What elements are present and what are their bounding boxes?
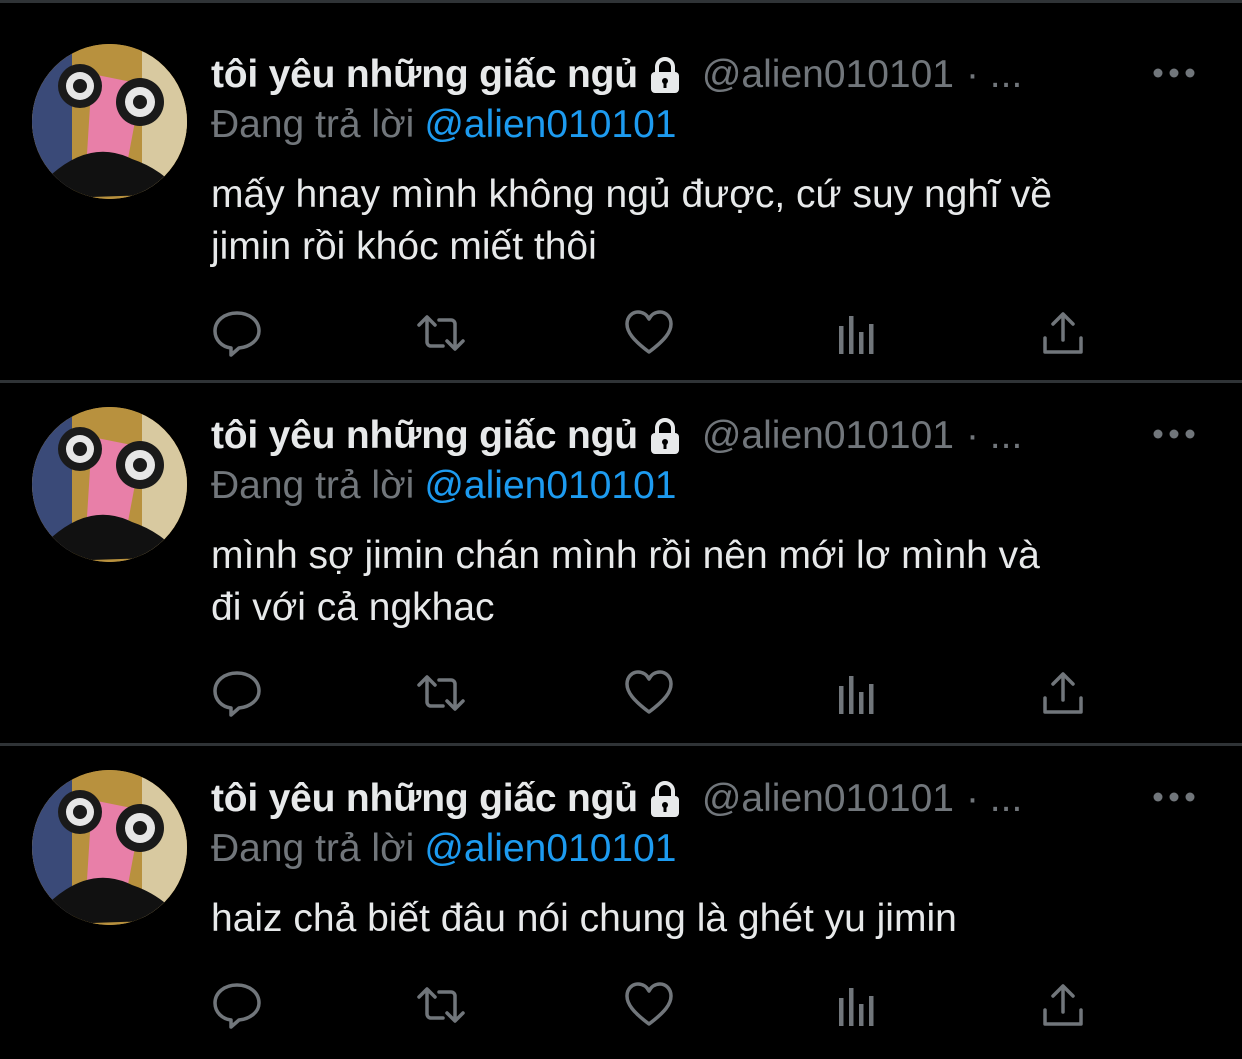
replying-label: Đang trả lời bbox=[211, 464, 415, 507]
like-icon[interactable] bbox=[623, 308, 675, 358]
display-name[interactable]: tôi yêu những giấc ngủ bbox=[211, 414, 638, 458]
display-name[interactable]: tôi yêu những giấc ngủ bbox=[211, 777, 638, 821]
views-icon[interactable] bbox=[831, 980, 883, 1030]
share-icon[interactable] bbox=[1037, 308, 1089, 358]
mention-link[interactable]: @alien010101 bbox=[424, 464, 676, 507]
like-icon[interactable] bbox=[623, 668, 675, 718]
retweet-icon[interactable] bbox=[415, 308, 467, 358]
mention-link[interactable]: @alien010101 bbox=[424, 103, 676, 146]
avatar[interactable] bbox=[32, 44, 187, 199]
like-icon[interactable] bbox=[623, 980, 675, 1030]
lock-icon bbox=[646, 416, 684, 456]
lock-icon bbox=[646, 779, 684, 819]
reply-icon[interactable] bbox=[211, 980, 263, 1030]
replying-label: Đang trả lời bbox=[211, 827, 415, 870]
reply-icon[interactable] bbox=[211, 308, 263, 358]
user-handle[interactable]: @alien010101 bbox=[702, 414, 954, 458]
share-icon[interactable] bbox=[1037, 980, 1089, 1030]
views-icon[interactable] bbox=[831, 668, 883, 718]
separator: · ... bbox=[965, 414, 1023, 457]
replying-to-line: Đang trả lời @alien010101 bbox=[211, 464, 676, 508]
tweet-text: haiz chả biết đâu nói chung là ghét yu j… bbox=[211, 897, 957, 940]
replying-label: Đang trả lời bbox=[211, 103, 415, 146]
display-name[interactable]: tôi yêu những giấc ngủ bbox=[211, 53, 638, 97]
user-handle[interactable]: @alien010101 bbox=[702, 53, 954, 97]
more-icon[interactable] bbox=[1152, 61, 1196, 85]
views-icon[interactable] bbox=[831, 308, 883, 358]
retweet-icon[interactable] bbox=[415, 668, 467, 718]
user-handle[interactable]: @alien010101 bbox=[702, 777, 954, 821]
reply-icon[interactable] bbox=[211, 668, 263, 718]
retweet-icon[interactable] bbox=[415, 980, 467, 1030]
more-icon[interactable] bbox=[1152, 785, 1196, 809]
avatar[interactable] bbox=[32, 770, 187, 925]
tweet[interactable]: tôi yêu những giấc ngủ @alien010101 · ..… bbox=[0, 746, 1242, 1059]
action-bar bbox=[211, 308, 1111, 358]
share-icon[interactable] bbox=[1037, 668, 1089, 718]
more-icon[interactable] bbox=[1152, 422, 1196, 446]
tweet-text: mấy hnay mình không ngủ được, cứ suy ngh… bbox=[211, 173, 1052, 268]
tweet[interactable]: tôi yêu những giấc ngủ @alien010101 · ..… bbox=[0, 383, 1242, 743]
tweet-text: mình sợ jimin chán mình rồi nên mới lơ m… bbox=[211, 534, 1040, 629]
mention-link[interactable]: @alien010101 bbox=[424, 827, 676, 870]
action-bar bbox=[211, 668, 1111, 718]
separator: · ... bbox=[965, 777, 1023, 820]
tweet[interactable]: tôi yêu những giấc ngủ @alien010101 · ..… bbox=[0, 3, 1242, 380]
lock-icon bbox=[646, 55, 684, 95]
avatar[interactable] bbox=[32, 407, 187, 562]
separator: · ... bbox=[965, 53, 1023, 96]
replying-to-line: Đang trả lời @alien010101 bbox=[211, 103, 676, 147]
replying-to-line: Đang trả lời @alien010101 bbox=[211, 827, 676, 871]
action-bar bbox=[211, 980, 1111, 1030]
